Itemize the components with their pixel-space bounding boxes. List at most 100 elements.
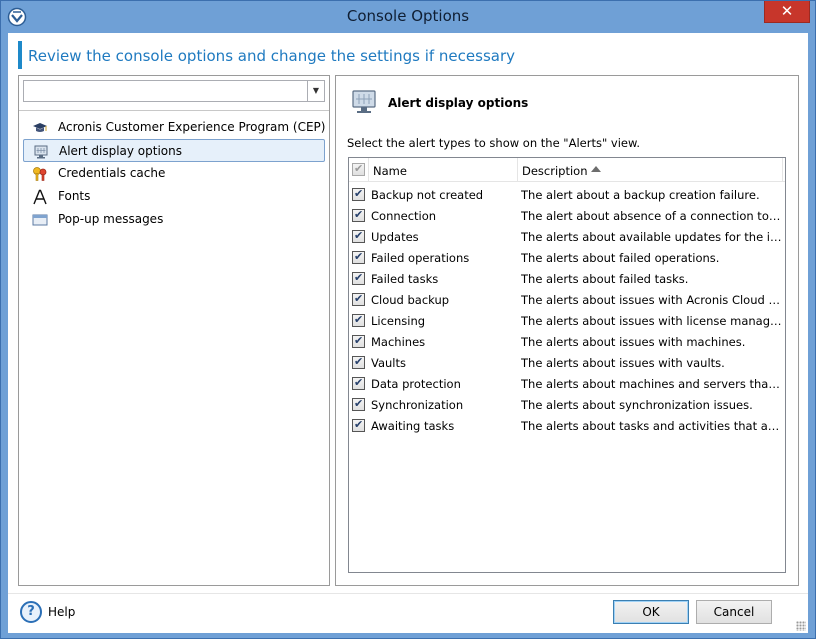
select-all-column[interactable]: ✔ (349, 158, 369, 182)
help-icon[interactable]: ? (20, 601, 42, 623)
row-description: The alerts about failed tasks. (521, 272, 689, 286)
row-checkbox[interactable]: ✔ (352, 208, 365, 222)
row-description: The alerts about available updates for t… (521, 230, 783, 244)
row-name: Licensing (371, 314, 426, 328)
header-text: Review the console options and change th… (28, 47, 515, 65)
list-rows: ✔ Backup not created The alert about a b… (349, 184, 785, 436)
row-description: The alerts about issues with machines. (521, 335, 746, 349)
list-row[interactable]: ✔ Data protection The alerts about machi… (349, 373, 785, 394)
instruction-text: Select the alert types to show on the "A… (347, 136, 640, 150)
dialog-header: Review the console options and change th… (18, 41, 798, 69)
list-row[interactable]: ✔ Failed tasks The alerts about failed t… (349, 268, 785, 289)
row-description: The alert about a backup creation failur… (521, 188, 760, 202)
list-header: ✔ Name Description (349, 158, 785, 182)
column-header-name[interactable]: Name (369, 158, 518, 182)
row-checkbox[interactable]: ✔ (352, 418, 365, 432)
checkmark-icon: ✔ (354, 250, 364, 263)
tree-item-label: Alert display options (59, 144, 182, 158)
list-row[interactable]: ✔ Machines The alerts about issues with … (349, 331, 785, 352)
alert-display-options-panel: Alert display options Select the alert t… (335, 75, 799, 586)
console-options-window: Console Options ✕ Review the console opt… (0, 0, 816, 639)
row-name: Connection (371, 209, 437, 223)
tree-item-fonts[interactable]: Fonts (23, 185, 325, 208)
dialog-body: Review the console options and change th… (8, 33, 808, 633)
row-checkbox[interactable]: ✔ (352, 292, 365, 306)
checkmark-icon: ✔ (354, 271, 364, 284)
close-button[interactable]: ✕ (764, 1, 810, 23)
row-name: Vaults (371, 356, 407, 370)
list-row[interactable]: ✔ Connection The alert about absence of … (349, 205, 785, 226)
checkmark-icon: ✔ (354, 292, 364, 305)
monitor-icon (34, 145, 48, 159)
font-icon (33, 189, 47, 205)
list-row[interactable]: ✔ Cloud backup The alerts about issues w… (349, 289, 785, 310)
checkmark-icon: ✔ (354, 355, 364, 368)
row-name: Backup not created (371, 188, 484, 202)
tree-item-cep[interactable]: Acronis Customer Experience Program (CEP… (23, 116, 325, 139)
row-checkbox[interactable]: ✔ (352, 313, 365, 327)
monitor-icon (352, 90, 376, 113)
window-title: Console Options (346, 7, 470, 25)
close-icon: ✕ (780, 2, 794, 20)
window-icon (32, 214, 48, 226)
options-navigation-panel: ▼ Acronis Customer Experience Program (C… (18, 75, 330, 586)
list-row[interactable]: ✔ Licensing The alerts about issues with… (349, 310, 785, 331)
tree-item-credentials-cache[interactable]: Credentials cache (23, 162, 325, 185)
options-filter-combo[interactable]: ▼ (23, 80, 325, 102)
column-header-label: Description (522, 164, 588, 178)
row-name: Failed operations (371, 251, 470, 265)
list-row[interactable]: ✔ Failed operations The alerts about fai… (349, 247, 785, 268)
row-name: Data protection (371, 377, 461, 391)
list-row[interactable]: ✔ Backup not created The alert about a b… (349, 184, 785, 205)
column-header-description[interactable]: Description (518, 158, 783, 182)
row-checkbox[interactable]: ✔ (352, 271, 365, 285)
list-row[interactable]: ✔ Synchronization The alerts about synch… (349, 394, 785, 415)
row-name: Machines (371, 335, 426, 349)
help-link[interactable]: Help (48, 605, 75, 619)
row-description: The alert about absence of a connection … (521, 209, 783, 223)
row-name: Awaiting tasks (371, 419, 455, 433)
row-checkbox[interactable]: ✔ (352, 334, 365, 348)
column-header-label: Name (373, 164, 407, 178)
checkmark-icon: ✔ (354, 208, 364, 221)
keys-icon (33, 167, 47, 181)
row-checkbox[interactable]: ✔ (352, 187, 365, 201)
checkmark-icon: ✔ (354, 397, 364, 410)
ok-button[interactable]: OK (613, 600, 689, 624)
cancel-button[interactable]: Cancel (696, 600, 772, 624)
row-checkbox[interactable]: ✔ (352, 376, 365, 390)
chevron-down-icon[interactable]: ▼ (307, 81, 324, 101)
select-all-checkbox[interactable]: ✔ (352, 162, 365, 176)
tree-item-popup-messages[interactable]: Pop-up messages (23, 208, 325, 231)
row-description: The alerts about machines and servers th… (521, 377, 783, 391)
section-title: Alert display options (388, 96, 529, 110)
row-description: The alerts about issues with Acronis Clo… (521, 293, 783, 307)
row-name: Cloud backup (371, 293, 450, 307)
row-description: The alerts about synchronization issues. (521, 398, 753, 412)
alert-types-list[interactable]: ✔ Name Description ✔ Backup not created … (348, 157, 786, 573)
title-bar[interactable]: Console Options ✕ (1, 1, 815, 33)
tree-item-label: Credentials cache (58, 166, 166, 180)
row-name: Failed tasks (371, 272, 439, 286)
row-checkbox[interactable]: ✔ (352, 397, 365, 411)
row-description: The alerts about tasks and activities th… (521, 419, 783, 433)
header-accent-bar (18, 41, 22, 69)
list-row[interactable]: ✔ Updates The alerts about available upd… (349, 226, 785, 247)
row-checkbox[interactable]: ✔ (352, 229, 365, 243)
list-row[interactable]: ✔ Awaiting tasks The alerts about tasks … (349, 415, 785, 436)
checkmark-icon: ✔ (354, 187, 364, 200)
tree-item-alert-display-options[interactable]: Alert display options (23, 139, 325, 162)
row-description: The alerts about issues with license man… (521, 314, 783, 328)
checkmark-icon: ✔ (354, 162, 364, 175)
tree-item-label: Pop-up messages (58, 212, 164, 226)
checkmark-icon: ✔ (354, 418, 364, 431)
row-checkbox[interactable]: ✔ (352, 355, 365, 369)
list-row[interactable]: ✔ Vaults The alerts about issues with va… (349, 352, 785, 373)
tree-item-label: Fonts (58, 189, 91, 203)
checkmark-icon: ✔ (354, 229, 364, 242)
row-checkbox[interactable]: ✔ (352, 250, 365, 264)
footer-divider (8, 593, 808, 594)
row-name: Synchronization (371, 398, 464, 412)
checkmark-icon: ✔ (354, 334, 364, 347)
resize-grip[interactable] (796, 621, 806, 631)
